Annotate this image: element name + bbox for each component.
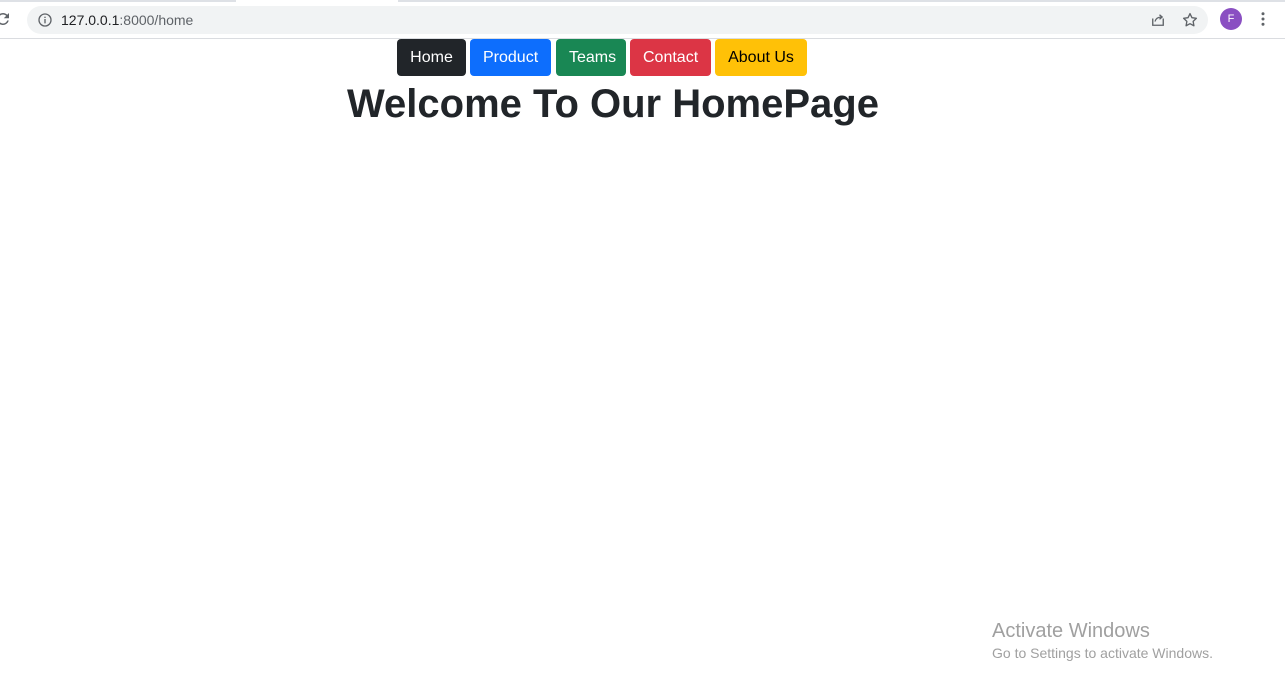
browser-menu-icon[interactable] [1254,10,1272,28]
tab-strip [0,0,1285,2]
share-icon[interactable] [1149,11,1167,29]
browser-toolbar: 127.0.0.1:8000/home F [0,0,1285,39]
url-host: 127.0.0.1 [61,12,120,28]
page-title: Welcome To Our HomePage [347,82,879,126]
reload-icon[interactable] [0,10,12,28]
watermark-subtitle: Go to Settings to activate Windows. [992,645,1213,661]
windows-activation-watermark: Activate Windows Go to Settings to activ… [992,619,1213,662]
address-bar[interactable]: 127.0.0.1:8000/home [27,6,1208,34]
url-path: :8000/home [119,12,194,28]
profile-avatar[interactable]: F [1220,8,1242,30]
active-tab-edge[interactable] [236,0,398,2]
home-button[interactable]: Home [397,39,466,76]
contact-button[interactable]: Contact [630,39,711,76]
site-info-icon[interactable] [37,12,53,28]
about-us-button[interactable]: About Us [715,39,807,76]
watermark-title: Activate Windows [992,620,1150,642]
bookmark-star-icon[interactable] [1181,11,1199,29]
main-nav: Home Product Teams Contact About Us [397,39,807,77]
teams-button[interactable]: Teams [556,39,626,76]
url-text[interactable]: 127.0.0.1:8000/home [61,12,193,28]
product-button[interactable]: Product [470,39,551,76]
